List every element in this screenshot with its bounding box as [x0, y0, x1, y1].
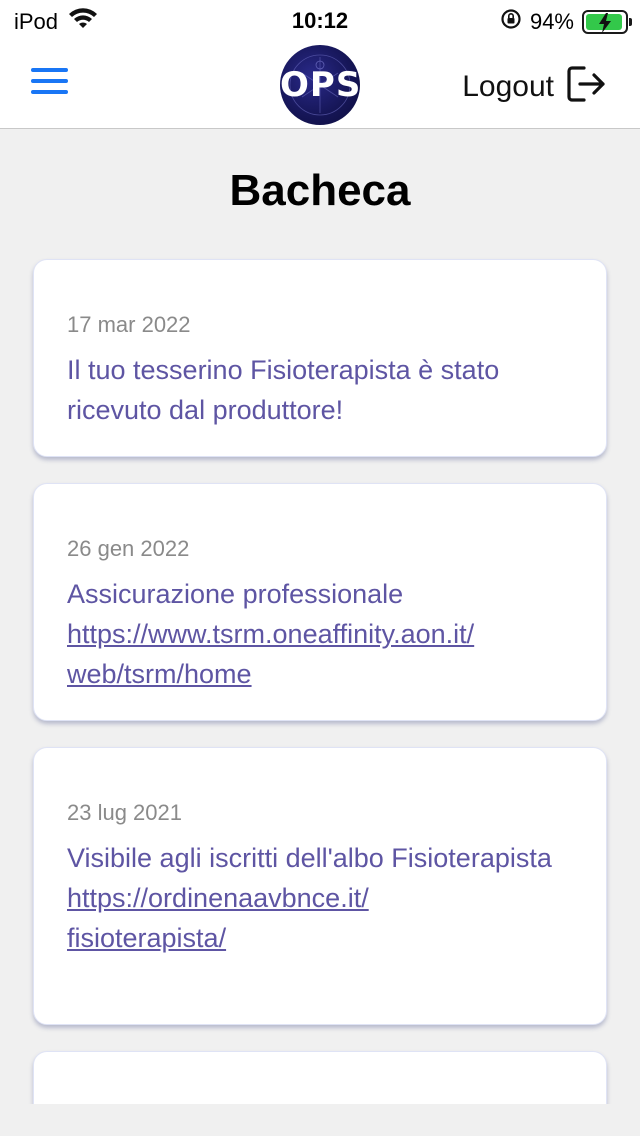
nav-bar: OPS Logout — [0, 40, 640, 129]
post-date: 26 gen 2022 — [67, 536, 190, 561]
orientation-lock-icon — [500, 8, 522, 36]
logout-label: Logout — [462, 69, 554, 103]
post-link-continued[interactable]: fisioterapista/ — [67, 918, 573, 958]
battery-icon — [582, 10, 632, 34]
page-title: Bacheca — [229, 166, 411, 215]
post-date: 23 lug 2021 — [67, 800, 182, 825]
status-bar: iPod 10:12 94% — [0, 0, 640, 40]
hamburger-icon-line — [31, 68, 68, 72]
ops-logo: OPS — [280, 45, 360, 125]
logout-icon — [566, 64, 608, 109]
logo-text: OPS — [280, 65, 360, 105]
post-link[interactable]: https://ordinenaavbnce.it/ — [67, 878, 573, 918]
post-card[interactable]: 17 mar 2022 Il tuo tesserino Fisioterapi… — [33, 259, 607, 457]
post-text: Assicurazione professionale — [67, 579, 404, 609]
post-card[interactable]: 26 gen 2022 Assicurazione professionale … — [33, 483, 607, 721]
battery-level — [586, 13, 622, 33]
post-text: Il tuo tesserino Fisioterapista è stato … — [67, 355, 500, 425]
post-link-continued[interactable]: web/tsrm/home — [67, 654, 573, 694]
logout-button[interactable]: Logout — [462, 64, 608, 109]
post-card[interactable]: 23 lug 2021 Visibile agli iscritti dell'… — [33, 747, 607, 1025]
hamburger-icon-line — [31, 79, 68, 83]
post-link[interactable]: https://www.tsrm.oneaffinity.aon.it/ — [67, 614, 573, 654]
post-text: Visibile agli iscritti dell'albo Fisiote… — [67, 843, 552, 873]
hamburger-icon-line — [31, 90, 68, 94]
battery-percent: 94% — [529, 9, 574, 34]
status-right: 94% — [500, 8, 632, 36]
bottom-strip — [0, 1104, 640, 1136]
menu-button[interactable] — [31, 68, 71, 102]
post-date: 17 mar 2022 — [67, 312, 191, 337]
